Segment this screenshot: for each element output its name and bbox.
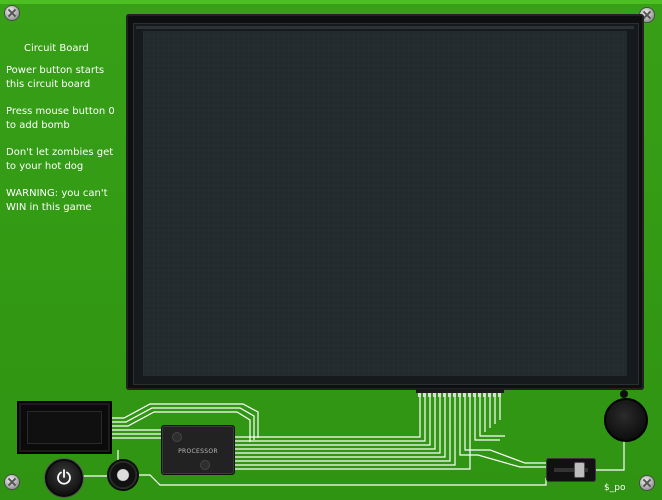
- battery-cell: [27, 411, 102, 444]
- power-icon: [57, 469, 71, 485]
- buzzer-speaker: [604, 390, 648, 442]
- input-jack: [109, 461, 137, 489]
- processor-chip: PROCESSOR: [161, 425, 235, 475]
- slide-switch[interactable]: [546, 458, 596, 482]
- battery-pack: [17, 401, 112, 454]
- author-label: $_po: [604, 483, 626, 493]
- slider-knob[interactable]: [575, 463, 584, 477]
- power-button[interactable]: [45, 459, 83, 497]
- processor-label: PROCESSOR: [178, 448, 218, 455]
